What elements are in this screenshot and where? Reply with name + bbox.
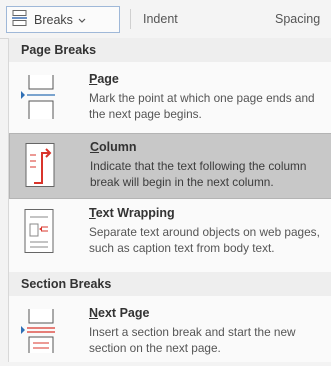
section-header-page-breaks: Page Breaks [9, 38, 331, 62]
column-break-icon [22, 143, 56, 187]
menu-item-description: Indicate that the text following the col… [90, 159, 307, 189]
page-break-icon [21, 75, 55, 119]
ribbon-separator [130, 9, 131, 29]
chevron-down-icon [78, 13, 86, 27]
menu-item-text-wrapping[interactable]: Text Wrapping Separate text around objec… [9, 200, 331, 266]
menu-item-title: Text Wrapping [89, 206, 175, 220]
text-wrapping-icon [21, 209, 55, 253]
menu-item-next-page[interactable]: Next Page Insert a section break and sta… [9, 300, 331, 366]
next-page-section-icon [21, 309, 55, 353]
breaks-icon [11, 10, 29, 29]
breaks-button[interactable]: Breaks [6, 6, 120, 33]
menu-item-title: Next Page [89, 306, 150, 320]
menu-item-column[interactable]: Column Indicate that the text following … [9, 133, 331, 199]
menu-item-title: Page [89, 72, 119, 86]
breaks-dropdown-menu: Page Breaks Page Mark the point at which… [8, 38, 331, 362]
menu-item-description: Separate text around objects on web page… [89, 225, 320, 255]
breaks-label: Breaks [34, 12, 73, 27]
menu-item-title: Column [90, 140, 137, 154]
section-header-section-breaks: Section Breaks [9, 272, 331, 296]
menu-item-description: Mark the point at which one page ends an… [89, 91, 315, 121]
menu-item-description: Insert a section break and start the new… [89, 325, 296, 355]
menu-item-page[interactable]: Page Mark the point at which one page en… [9, 66, 331, 132]
indent-label: Indent [143, 12, 178, 26]
spacing-label: Spacing [275, 12, 321, 26]
ribbon: Breaks Indent Spacing [0, 0, 331, 39]
